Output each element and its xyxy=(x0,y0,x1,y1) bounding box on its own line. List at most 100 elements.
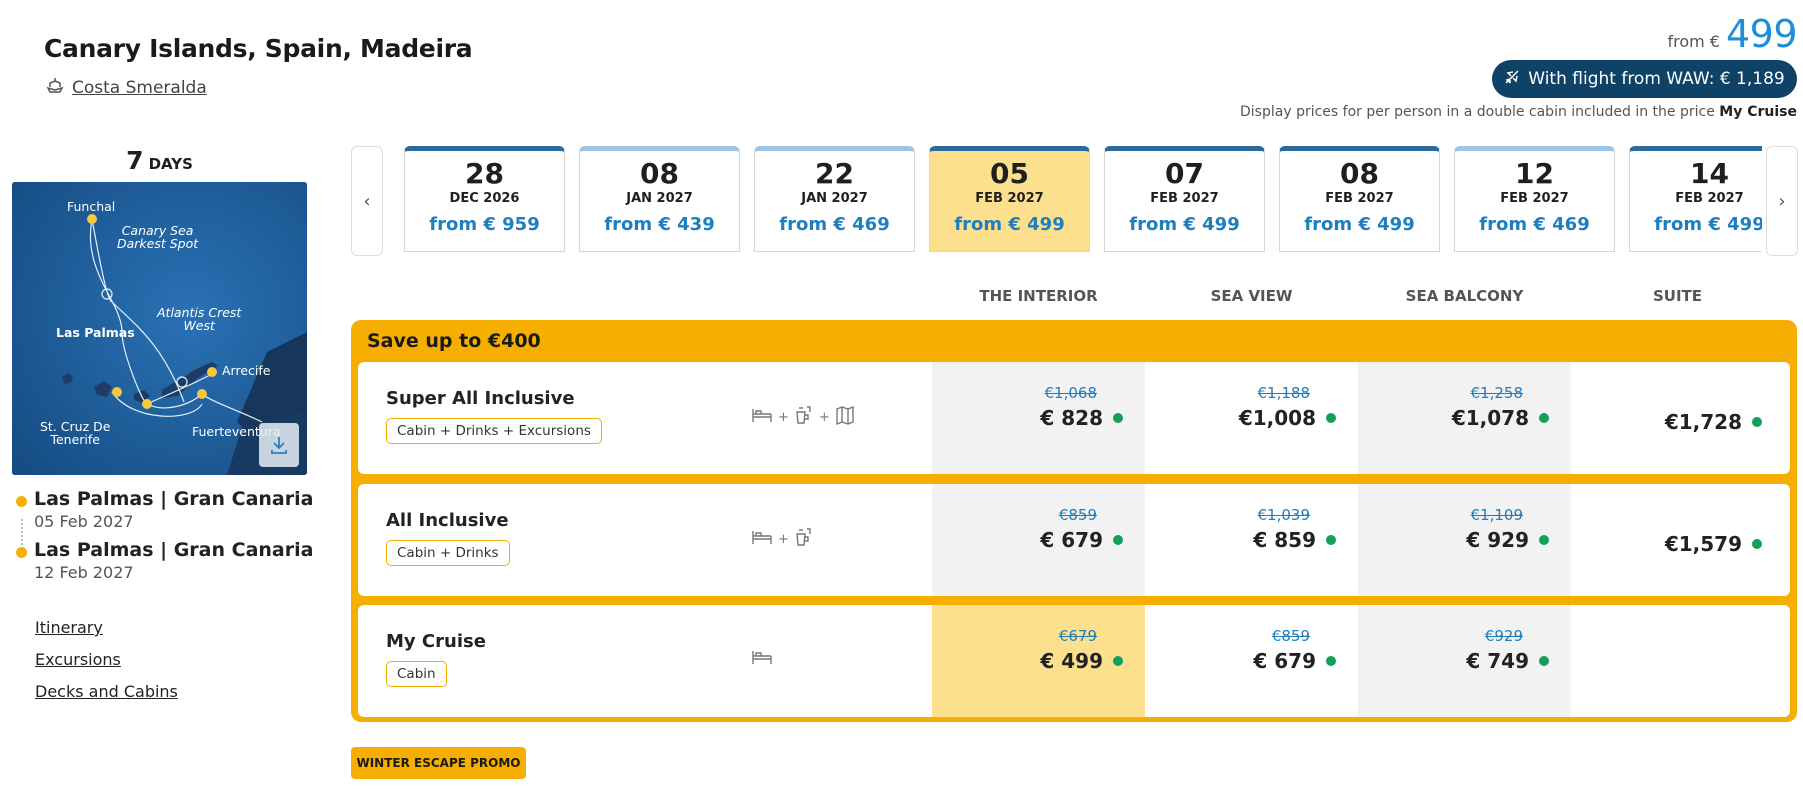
new-price-value: € 679 xyxy=(1253,649,1316,673)
date-month-year: JAN 2027 xyxy=(801,191,868,206)
column-interior: THE INTERIOR xyxy=(979,287,1098,305)
availability-dot xyxy=(1752,417,1762,427)
from-value: 499 xyxy=(1725,12,1798,56)
old-price: €1,068 xyxy=(1044,384,1098,402)
date-price: from € 499 xyxy=(1129,214,1240,235)
new-price: € 749 xyxy=(1358,649,1549,673)
port-date: 12 Feb 2027 xyxy=(34,563,134,582)
date-card[interactable]: 08 JAN 2027 from € 439 xyxy=(579,146,740,252)
save-banner: Save up to €400 xyxy=(367,330,541,352)
chevron-right-icon: › xyxy=(1778,190,1786,212)
availability-dot xyxy=(1113,413,1123,423)
availability-dot xyxy=(1113,535,1123,545)
new-price-value: € 859 xyxy=(1253,528,1316,552)
availability-dot xyxy=(1113,656,1123,666)
map-label-canary-sea-line2: Darkest Spot xyxy=(117,236,199,251)
old-price: €1,109 xyxy=(1470,506,1524,524)
price-sea-balcony[interactable]: €1,109 € 929 xyxy=(1358,506,1571,552)
date-day: 08 xyxy=(640,157,679,190)
old-price: €1,258 xyxy=(1470,384,1524,402)
price-sea-balcony[interactable]: €1,258 €1,078 xyxy=(1358,384,1571,430)
old-price: €929 xyxy=(1484,627,1523,645)
date-price: from € 469 xyxy=(779,214,890,235)
new-price: €1,728 xyxy=(1571,410,1762,434)
lowest-price: from € 499 xyxy=(1667,12,1797,56)
date-card[interactable]: 28 DEC 2026 from € 959 xyxy=(404,146,565,252)
date-day: 05 xyxy=(990,157,1029,190)
drinks-icon xyxy=(793,526,815,552)
port-list: Las Palmas | Gran Canaria 05 Feb 2027 La… xyxy=(16,488,313,590)
date-card[interactable]: 07 FEB 2027 from € 499 xyxy=(1104,146,1265,252)
map-download-button[interactable] xyxy=(259,423,299,467)
price-interior[interactable]: €859 € 679 xyxy=(932,506,1145,552)
old-price: €859 xyxy=(1058,506,1097,524)
port-disembark: Las Palmas | Gran Canaria 12 Feb 2027 xyxy=(16,539,313,582)
date-month-year: FEB 2027 xyxy=(1325,191,1394,206)
date-price: from € 439 xyxy=(604,214,715,235)
map-label-atlantis-line2: West xyxy=(183,318,215,333)
new-price: € 679 xyxy=(932,528,1123,552)
duration-number: 7 xyxy=(126,146,144,175)
date-day: 12 xyxy=(1515,157,1554,190)
date-carousel: 28 DEC 2026 from € 959 08 JAN 2027 from … xyxy=(404,146,1762,254)
map-label-funchal: Funchal xyxy=(67,199,116,214)
carousel-next-button[interactable]: › xyxy=(1766,146,1798,256)
new-price: €1,579 xyxy=(1571,532,1762,556)
download-icon xyxy=(268,434,290,456)
price-sea-balcony[interactable]: €929 € 749 xyxy=(1358,627,1571,673)
winter-escape-promo-badge[interactable]: WINTER ESCAPE PROMO xyxy=(351,747,526,779)
duration-unit: DAYS xyxy=(148,155,193,173)
package-name: My Cruise xyxy=(386,631,486,652)
price-suite[interactable]: €1,728 xyxy=(1571,406,1784,434)
date-day: 22 xyxy=(815,157,854,190)
price-suite[interactable]: €1,579 xyxy=(1571,528,1784,556)
availability-dot xyxy=(1539,656,1549,666)
date-month-year: FEB 2027 xyxy=(1500,191,1569,206)
date-price: from € 959 xyxy=(429,214,540,235)
map-label-arrecife: Arrecife xyxy=(222,363,271,378)
bed-icon xyxy=(750,527,774,551)
new-price: € 499 xyxy=(932,649,1123,673)
link-excursions[interactable]: Excursions xyxy=(35,650,178,669)
bed-icon xyxy=(750,647,774,671)
link-itinerary[interactable]: Itinerary xyxy=(35,618,178,637)
date-card[interactable]: 14 FEB 2027 from € 499 xyxy=(1629,146,1762,252)
price-sea-view[interactable]: €1,039 € 859 xyxy=(1145,506,1358,552)
map-label-st-cruz-line2: Tenerife xyxy=(50,432,100,447)
availability-dot xyxy=(1326,413,1336,423)
date-card-selected[interactable]: 05 FEB 2027 from € 499 xyxy=(929,146,1090,252)
date-card[interactable]: 22 JAN 2027 from € 469 xyxy=(754,146,915,252)
bed-icon xyxy=(750,405,774,429)
package-tag: Cabin xyxy=(386,661,447,687)
new-price: € 828 xyxy=(932,406,1123,430)
port-dot xyxy=(16,496,27,507)
map-label-canary-sea: Canary Sea Darkest Spot xyxy=(117,224,198,250)
link-decks-cabins[interactable]: Decks and Cabins xyxy=(35,682,178,701)
price-interior[interactable]: €1,068 € 828 xyxy=(932,384,1145,430)
route-map[interactable]: Funchal Canary Sea Darkest Spot Atlantis… xyxy=(12,182,307,475)
date-month-year: JAN 2027 xyxy=(626,191,693,206)
with-flight-button[interactable]: With flight from WAW: € 1,189 xyxy=(1492,60,1797,98)
availability-dot xyxy=(1539,413,1549,423)
date-day: 07 xyxy=(1165,157,1204,190)
detail-links: Itinerary Excursions Decks and Cabins xyxy=(35,618,178,714)
package-row-all-inclusive: All Inclusive Cabin + Drinks + €859 € 67… xyxy=(358,484,1790,596)
price-interior[interactable]: €679 € 499 xyxy=(932,627,1145,673)
availability-dot xyxy=(1752,539,1762,549)
date-day: 14 xyxy=(1690,157,1729,190)
new-price: € 679 xyxy=(1145,649,1336,673)
date-card[interactable]: 08 FEB 2027 from € 499 xyxy=(1279,146,1440,252)
from-label: from € xyxy=(1667,32,1720,51)
package-tag: Cabin + Drinks xyxy=(386,540,510,566)
date-month-year: DEC 2026 xyxy=(449,191,520,206)
package-row-my-cruise: My Cruise Cabin €679 € 499 €859 € 679 €9… xyxy=(358,605,1790,717)
date-month-year: FEB 2027 xyxy=(975,191,1044,206)
date-card[interactable]: 12 FEB 2027 from € 469 xyxy=(1454,146,1615,252)
carousel-prev-button[interactable]: ‹ xyxy=(351,146,383,256)
price-sea-view[interactable]: €1,188 €1,008 xyxy=(1145,384,1358,430)
ship-link[interactable]: Costa Smeralda xyxy=(46,76,207,99)
price-sea-view[interactable]: €859 € 679 xyxy=(1145,627,1358,673)
new-price: €1,008 xyxy=(1145,406,1336,430)
date-price: from € 499 xyxy=(1654,214,1762,235)
new-price: € 859 xyxy=(1145,528,1336,552)
